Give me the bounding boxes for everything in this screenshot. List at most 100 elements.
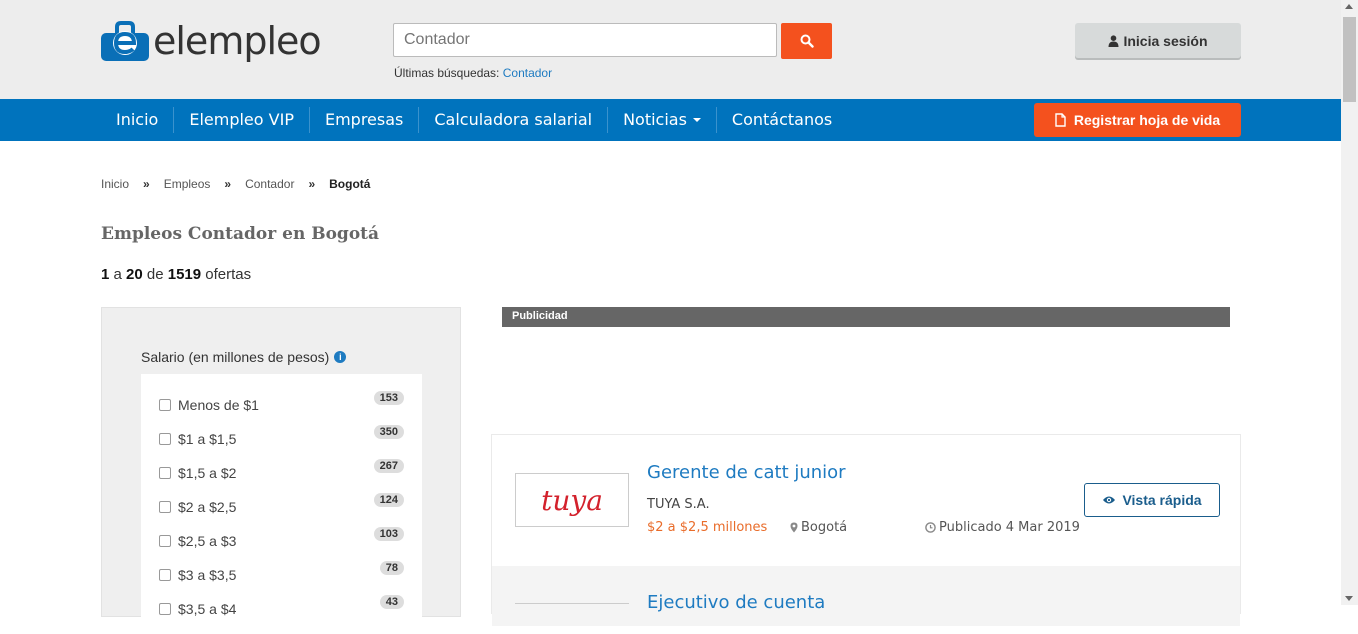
filter-count-badge: 124 — [373, 493, 404, 507]
job-salary: $2 a $2,5 millones — [647, 520, 768, 535]
filter-count-badge: 350 — [373, 425, 404, 439]
filter-checkbox[interactable] — [159, 399, 171, 411]
filter-count-badge: 78 — [379, 561, 404, 575]
filter-checkbox[interactable] — [159, 535, 171, 547]
breadcrumb-item[interactable]: Empleos — [164, 177, 211, 191]
job-title[interactable]: Ejecutivo de cuenta — [647, 592, 825, 613]
results-ofertas: ofertas — [205, 266, 252, 283]
job-city-label: Bogotá — [801, 520, 848, 535]
site-logo[interactable]: elempleo — [101, 17, 322, 67]
filter-option[interactable]: $1 a $1,5 350 — [159, 425, 404, 449]
tuya-logo-text: tuya — [542, 484, 602, 517]
salary-filter-label: Salario (en millones de pesos) — [141, 349, 330, 365]
filter-count-badge: 43 — [379, 595, 404, 609]
recent-searches-label: Últimas búsquedas: — [394, 66, 500, 80]
filter-label: $1 a $1,5 — [178, 431, 237, 447]
nav-item-elempleo-vip[interactable]: Elempleo VIP — [173, 107, 309, 133]
filter-checkbox[interactable] — [159, 501, 171, 513]
info-icon[interactable]: i — [334, 351, 347, 363]
scroll-down-icon[interactable] — [1345, 596, 1353, 601]
breadcrumb: Inicio » Empleos » Contador » Bogotá — [101, 177, 384, 191]
job-date: Publicado 4 Mar 2019 — [925, 520, 1080, 535]
filter-label: $1,5 a $2 — [178, 465, 237, 481]
filter-count-badge: 267 — [373, 459, 404, 473]
filter-label: $2 a $2,5 — [178, 499, 237, 515]
recent-searches: Últimas búsquedas: Contador — [394, 66, 552, 80]
breadcrumb-separator: » — [308, 177, 316, 191]
job-city: Bogotá — [790, 520, 847, 535]
tuya-logo-icon: tuya — [542, 484, 602, 517]
filter-checkbox[interactable] — [159, 569, 171, 581]
search-icon — [800, 34, 814, 48]
range-a: a — [113, 266, 122, 283]
job-company: TUYA S.A. — [647, 497, 710, 512]
filter-option[interactable]: Menos de $1 153 — [159, 391, 404, 415]
elempleo-logo-icon — [101, 21, 149, 63]
quick-view-button[interactable]: Vista rápida — [1084, 483, 1220, 517]
nav-item-inicio[interactable]: Inicio — [101, 107, 173, 133]
nav-item-contactanos[interactable]: Contáctanos — [715, 107, 847, 133]
job-list: tuya Gerente de catt junior TUYA S.A. $2… — [491, 434, 1241, 626]
scroll-up-icon[interactable] — [1345, 4, 1353, 9]
quick-view-label: Vista rápida — [1122, 492, 1202, 508]
filter-label: $3,5 a $4 — [178, 601, 237, 617]
register-label: Registrar hoja de vida — [1073, 112, 1221, 128]
nav-label: Contáctanos — [731, 110, 833, 129]
header-bar: elempleo Últimas búsquedas: Contador Ini… — [0, 0, 1341, 99]
filter-sidebar: Salario (en millones de pesos) i Menos d… — [101, 307, 461, 634]
filter-checkbox[interactable] — [159, 467, 171, 479]
nav-label: Inicio — [116, 110, 159, 129]
logo-text: elempleo — [153, 19, 322, 63]
nav-item-noticias[interactable]: Noticias — [607, 107, 716, 133]
job-date-label: Publicado 4 Mar 2019 — [939, 520, 1080, 535]
company-logo[interactable]: tuya — [515, 473, 629, 527]
job-title[interactable]: Gerente de catt junior — [647, 462, 846, 483]
user-icon — [1108, 34, 1119, 47]
range-de: de — [146, 266, 164, 283]
job-card[interactable]: tuya Gerente de catt junior TUYA S.A. $2… — [492, 435, 1240, 566]
salary-filter-title: Salario (en millones de pesos) i — [141, 349, 347, 365]
scrollbar-thumb[interactable] — [1343, 17, 1356, 102]
filter-label: Menos de $1 — [178, 397, 259, 413]
filter-label: $3 a $3,5 — [178, 567, 237, 583]
filter-checkbox[interactable] — [159, 433, 171, 445]
range-start: 1 — [101, 266, 110, 283]
filter-count-badge: 153 — [373, 391, 404, 405]
nav-label: Empresas — [324, 110, 404, 129]
clock-icon — [925, 522, 936, 533]
results-count: 1 a 20 de 1519 ofertas — [101, 266, 251, 283]
page-title: Empleos Contador en Bogotá — [101, 224, 380, 244]
login-button[interactable]: Inicia sesión — [1075, 23, 1241, 58]
eye-icon — [1103, 496, 1116, 504]
nav-item-calculadora-salarial[interactable]: Calculadora salarial — [418, 107, 607, 133]
breadcrumb-item[interactable]: Contador — [245, 177, 294, 191]
filter-count-badge: 103 — [373, 527, 404, 541]
login-label: Inicia sesión — [1123, 32, 1208, 49]
recent-search-link[interactable]: Contador — [503, 66, 552, 80]
filter-option[interactable]: $3,5 a $4 43 — [159, 595, 404, 619]
filter-option[interactable]: $1,5 a $2 267 — [159, 459, 404, 483]
ad-label: Publicidad — [502, 307, 1230, 327]
map-marker-icon — [790, 522, 798, 533]
document-icon — [1055, 113, 1066, 127]
filter-option[interactable]: $2 a $2,5 124 — [159, 493, 404, 517]
breadcrumb-separator: » — [143, 177, 150, 191]
breadcrumb-separator: » — [224, 177, 232, 191]
range-end: 20 — [126, 266, 143, 283]
filter-label: $2,5 a $3 — [178, 533, 237, 549]
nav-label: Calculadora salarial — [434, 110, 593, 129]
nav-label: Noticias — [623, 110, 687, 129]
register-cv-button[interactable]: Registrar hoja de vida — [1034, 103, 1241, 137]
search-button[interactable] — [781, 23, 832, 59]
breadcrumb-item[interactable]: Inicio — [101, 177, 129, 191]
breadcrumb-current: Bogotá — [329, 177, 371, 191]
search-input[interactable] — [393, 23, 777, 57]
nav-item-empresas[interactable]: Empresas — [308, 107, 418, 133]
salary-filter-list: Menos de $1 153 $1 a $1,5 350 $1,5 a $2 … — [141, 374, 422, 634]
caret-down-icon — [692, 118, 701, 122]
job-card[interactable]: Ejecutivo de cuenta — [492, 566, 1240, 626]
page-scrollbar[interactable] — [1341, 0, 1358, 605]
filter-option[interactable]: $3 a $3,5 78 — [159, 561, 404, 585]
filter-option[interactable]: $2,5 a $3 103 — [159, 527, 404, 551]
nav-label: Elempleo VIP — [189, 110, 294, 129]
